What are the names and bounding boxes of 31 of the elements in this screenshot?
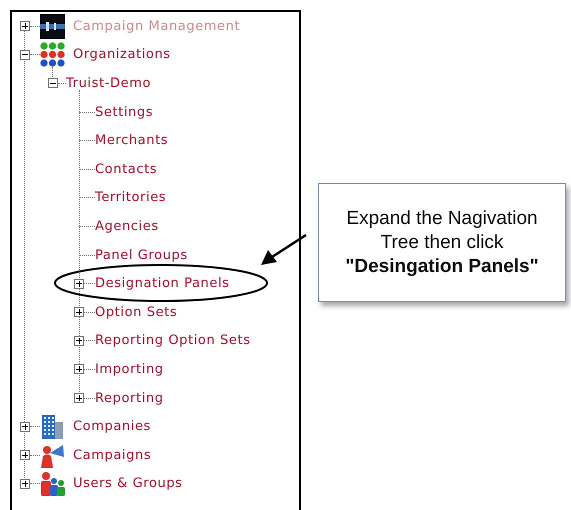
expand-toggle[interactable]	[74, 364, 84, 374]
tree-item[interactable]: Reporting Option Sets	[95, 334, 251, 348]
tree-item[interactable]: Organizations	[73, 48, 171, 62]
tree-item[interactable]: Merchants	[95, 134, 168, 148]
callout-text: Expand the Nagivation Tree then click "Desingation Panels"	[344, 206, 540, 278]
tree-item[interactable]: Companies	[73, 420, 151, 434]
collapse-toggle[interactable]	[20, 50, 30, 60]
buildings-icon	[40, 414, 65, 440]
tree-item[interactable]: Settings	[95, 106, 154, 119]
tree-item[interactable]: Panel Groups	[95, 248, 188, 262]
expand-toggle[interactable]	[74, 278, 84, 289]
tree-item[interactable]: Contacts	[95, 162, 158, 176]
tree-item[interactable]: Truist-Demo	[66, 76, 152, 90]
expand-toggle[interactable]	[20, 478, 30, 489]
tree-item[interactable]: Users & Groups	[73, 477, 183, 490]
expand-toggle[interactable]	[74, 307, 84, 318]
megaphone-person-icon	[40, 442, 65, 468]
tree-item[interactable]: Campaigns	[73, 448, 152, 462]
tree-item[interactable]: Reporting	[95, 392, 164, 405]
dots-grid-icon	[40, 42, 65, 68]
tree-item[interactable]: Option Sets	[95, 306, 178, 319]
collapse-toggle[interactable]	[48, 78, 58, 88]
tree-item[interactable]: Territories	[95, 191, 166, 204]
expand-toggle[interactable]	[74, 336, 84, 346]
expand-toggle[interactable]	[20, 422, 30, 432]
expand-toggle[interactable]	[74, 393, 84, 404]
users-icon	[40, 471, 65, 496]
tree-item[interactable]: Agencies	[95, 220, 159, 233]
tree-item[interactable]: Importing	[95, 362, 164, 376]
expand-toggle[interactable]	[20, 450, 30, 460]
banner-icon	[40, 14, 65, 39]
